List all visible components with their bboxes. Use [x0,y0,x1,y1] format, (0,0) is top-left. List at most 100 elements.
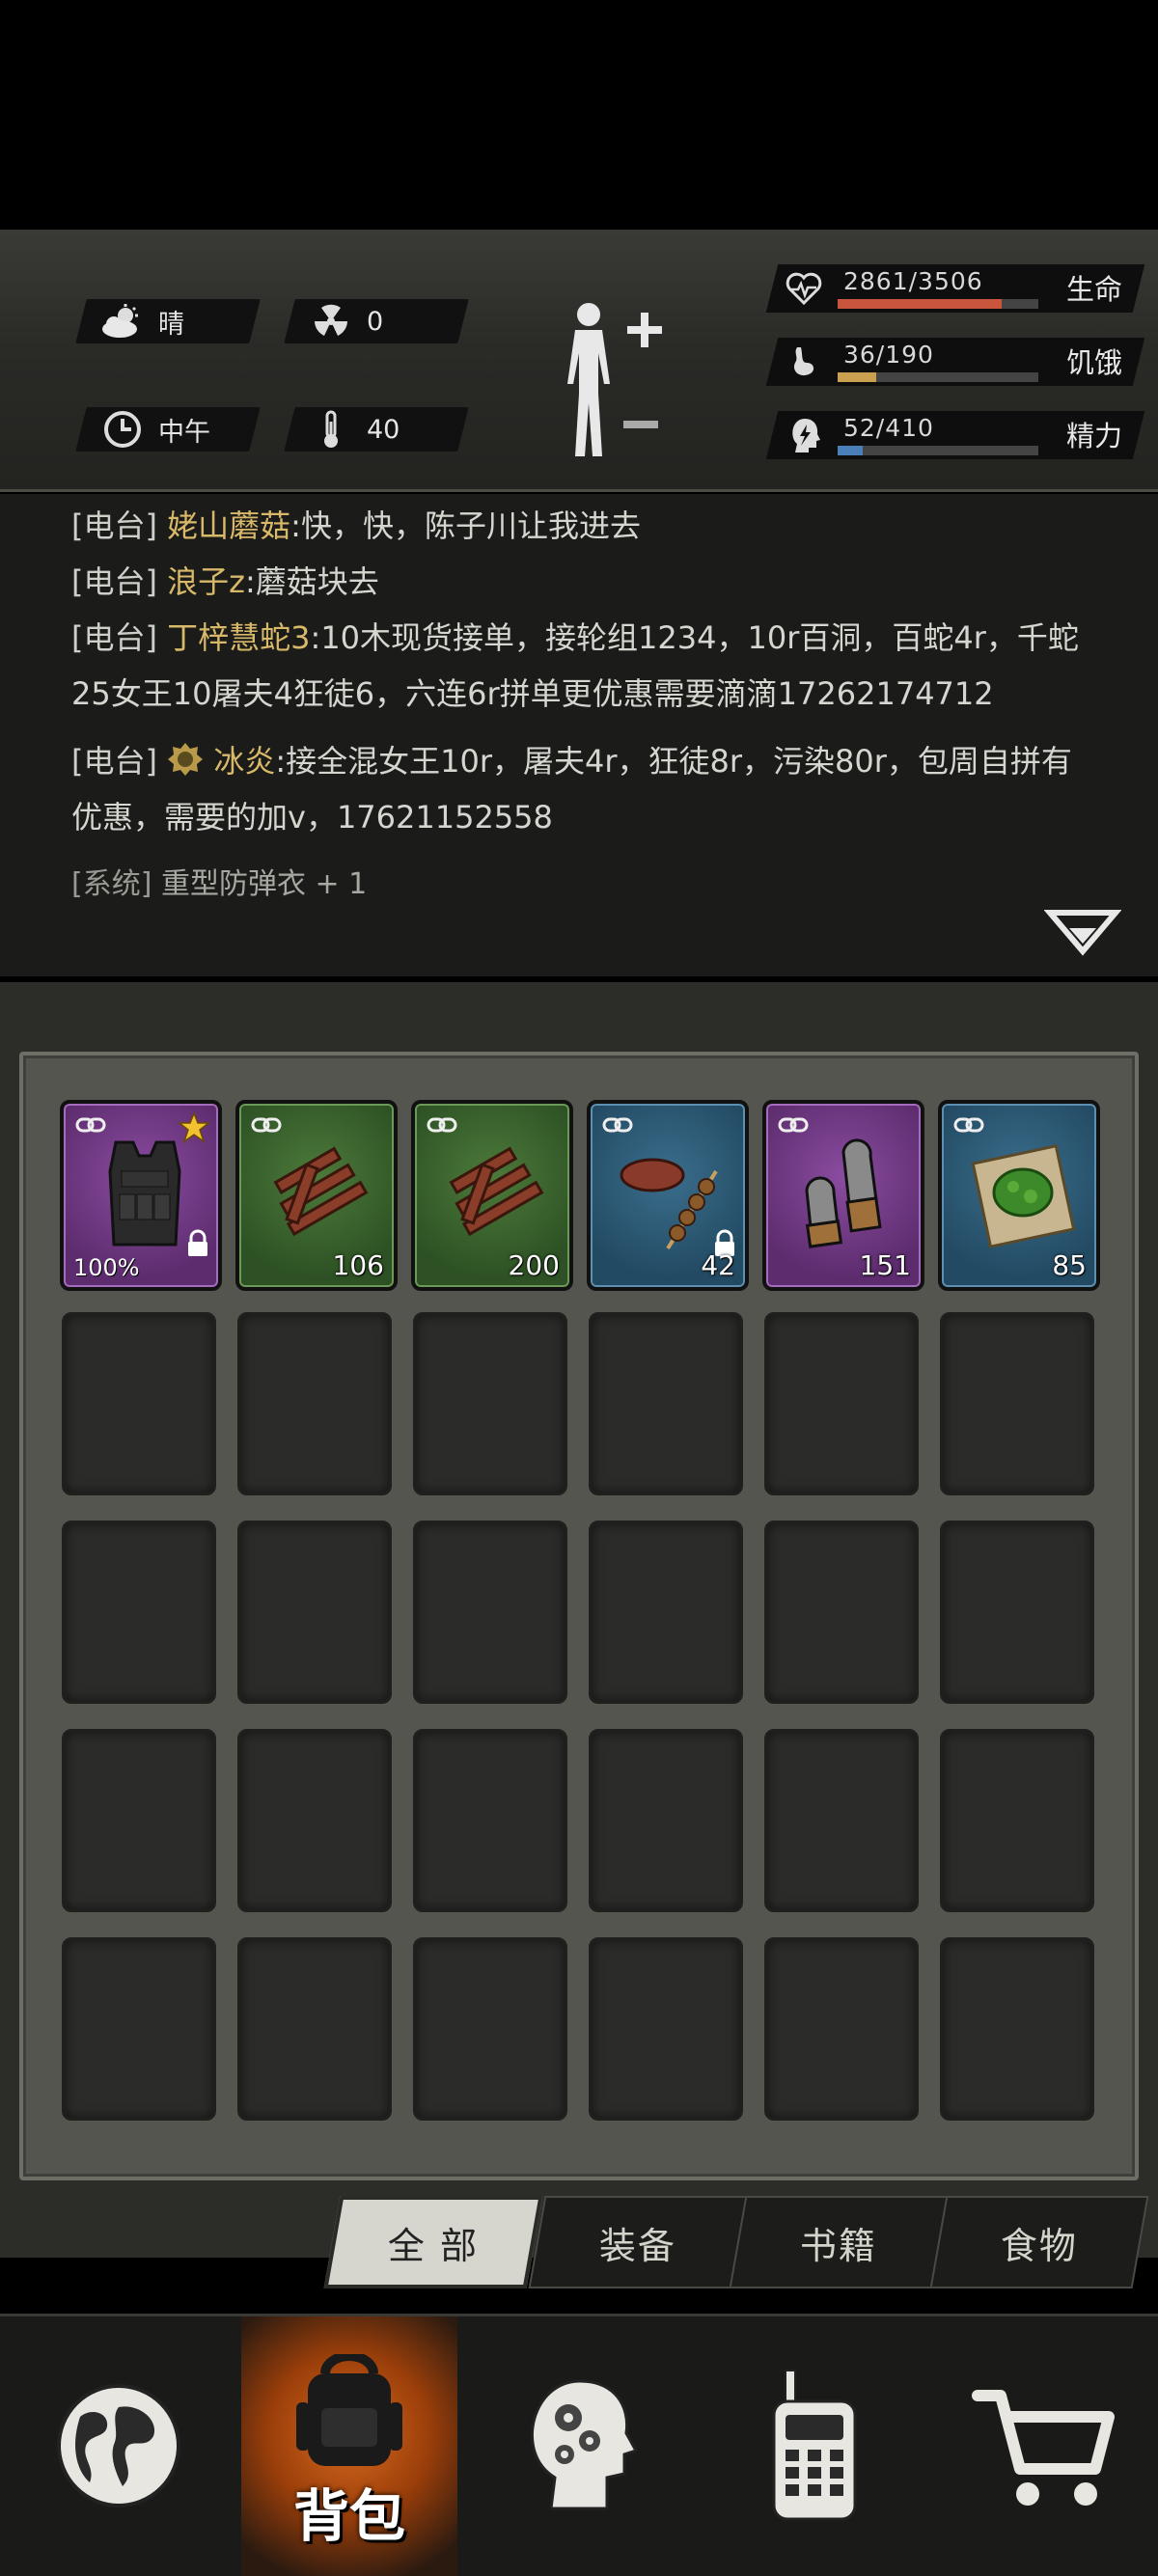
tab-label: 全 部 [387,2224,480,2267]
sender-name[interactable]: 姥山蘑菇 [167,507,290,544]
nav-shop[interactable] [930,2316,1158,2576]
chain-link-icon [75,1115,106,1135]
inventory-item-wood[interactable]: 200 [411,1100,573,1291]
sender-name[interactable]: 浪子z [167,563,245,600]
empty-inventory-slot[interactable] [413,1521,567,1704]
sender-name[interactable]: 丁梓慧蛇3 [167,619,310,656]
empty-inventory-slot[interactable] [589,1729,743,1912]
radiation-value: 0 [367,306,384,337]
empty-inventory-slot[interactable] [940,1937,1094,2121]
empty-inventory-slot[interactable] [940,1312,1094,1495]
temperature-value: 40 [367,414,400,445]
message-text: :蘑菇块去 [244,563,379,600]
clock-icon [100,410,145,449]
tab-label: 食物 [1000,2224,1078,2267]
tab-food[interactable]: 食物 [929,2196,1149,2288]
item-count: 42 [701,1249,735,1281]
empty-inventory-slot[interactable] [237,1729,392,1912]
head-gears-icon [522,2373,639,2522]
empty-inventory-slot[interactable] [62,1937,216,2121]
message-log[interactable]: [电台] 姥山蘑菇:快，快，陈子川让我进去 [电台] 浪子z:蘑菇块去 [电台]… [0,494,1158,976]
empty-inventory-slot[interactable] [237,1937,392,2121]
sender-name[interactable]: 冰炎 [213,743,275,780]
inventory-item-ammo[interactable]: 151 [762,1100,924,1291]
durability-text: 100% [73,1254,140,1281]
character-body-button[interactable] [560,297,666,461]
lock-icon [185,1229,210,1258]
empty-inventory-slot[interactable] [940,1521,1094,1704]
nav-backpack[interactable]: 背包 [241,2316,457,2576]
chain-link-icon [602,1115,633,1135]
weather-indicator[interactable]: 晴 [75,299,261,343]
expand-log-button[interactable] [1043,907,1122,965]
health-label: 生命 [1066,273,1123,306]
log-message: [电台] 冰炎:接全混女王10r，屠夫4r，狂徒8r，污染80r，包周自拼有优惠… [71,733,1094,845]
item-count: 85 [1052,1249,1087,1281]
energy-bar [838,446,1038,455]
head-energy-icon [786,417,822,453]
hunger-label: 饥饿 [1066,346,1123,379]
heart-rate-icon [786,270,822,307]
nav-radio[interactable] [703,2316,926,2576]
empty-inventory-slot[interactable] [589,1521,743,1704]
inventory-item-meat-skewer[interactable]: 42 [587,1100,749,1291]
time-indicator[interactable]: 中午 [75,407,261,452]
chain-link-icon [953,1115,984,1135]
tab-all[interactable]: 全 部 [323,2196,543,2288]
empty-inventory-slot[interactable] [764,1312,919,1495]
herb-poultice-icon [961,1133,1085,1256]
radiation-icon [309,302,353,341]
tab-equipment[interactable]: 装备 [528,2196,748,2288]
nav-skills[interactable] [461,2316,699,2576]
message-text: :快，快，陈子川让我进去 [290,507,641,544]
walkie-talkie-icon [766,2369,863,2527]
empty-inventory-slot[interactable] [237,1521,392,1704]
inventory-item-wood[interactable]: 106 [235,1100,398,1291]
bottom-nav: 背包 [0,2314,1158,2576]
empty-inventory-slot[interactable] [589,1937,743,2121]
sender-badge-icon [167,739,204,776]
log-message: [电台] 浪子z:蘑菇块去 [71,554,1094,610]
empty-inventory-slot[interactable] [62,1312,216,1495]
empty-inventory-slot[interactable] [764,1521,919,1704]
tab-books[interactable]: 书籍 [729,2196,949,2288]
thermometer-icon [309,410,353,449]
empty-inventory-slot[interactable] [413,1729,567,1912]
globe-icon [51,2378,186,2517]
empty-inventory-slot[interactable] [413,1937,567,2121]
temperature-indicator[interactable]: 40 [284,407,469,452]
channel-tag: [电台] [71,507,157,544]
health-bar [838,299,1038,309]
channel-tag: [电台] [71,619,157,656]
channel-tag: [电台] [71,563,157,600]
item-count: 106 [332,1249,384,1281]
empty-inventory-slot[interactable] [237,1312,392,1495]
empty-inventory-slot[interactable] [62,1521,216,1704]
empty-inventory-slot[interactable] [940,1729,1094,1912]
inventory-item-heavy-vest[interactable]: 100% [60,1100,222,1291]
nav-world-map[interactable] [0,2316,237,2576]
log-message: [电台] 姥山蘑菇:快，快，陈子川让我进去 [71,498,1094,554]
empty-inventory-slot[interactable] [62,1729,216,1912]
ammo-icon [786,1133,909,1256]
inventory-item-herb-bandage[interactable]: 85 [938,1100,1100,1291]
empty-inventory-slot[interactable] [764,1937,919,2121]
tab-label: 装备 [598,2224,676,2267]
empty-inventory-slot[interactable] [413,1312,567,1495]
empty-inventory-slot[interactable] [589,1312,743,1495]
log-message: [系统] 重型防弹衣 + 1 [71,857,1094,913]
category-tabs: 全 部 装备 书籍 食物 [323,2196,1149,2288]
wood-planks-icon [434,1133,558,1256]
nav-backpack-label: 背包 [292,2483,405,2549]
chain-link-icon [778,1115,809,1135]
empty-inventory-slot[interactable] [764,1729,919,1912]
stat-energy: 52/410 精力 [765,411,1148,459]
item-count: 151 [859,1249,911,1281]
chain-link-icon [251,1115,282,1135]
hunger-value: 36/190 [843,341,934,369]
radiation-indicator[interactable]: 0 [284,299,469,343]
backpack-icon [287,2351,412,2474]
tab-label: 书籍 [799,2224,877,2267]
weather-label: 晴 [158,309,184,340]
stat-health: 2861/3506 生命 [765,264,1148,313]
